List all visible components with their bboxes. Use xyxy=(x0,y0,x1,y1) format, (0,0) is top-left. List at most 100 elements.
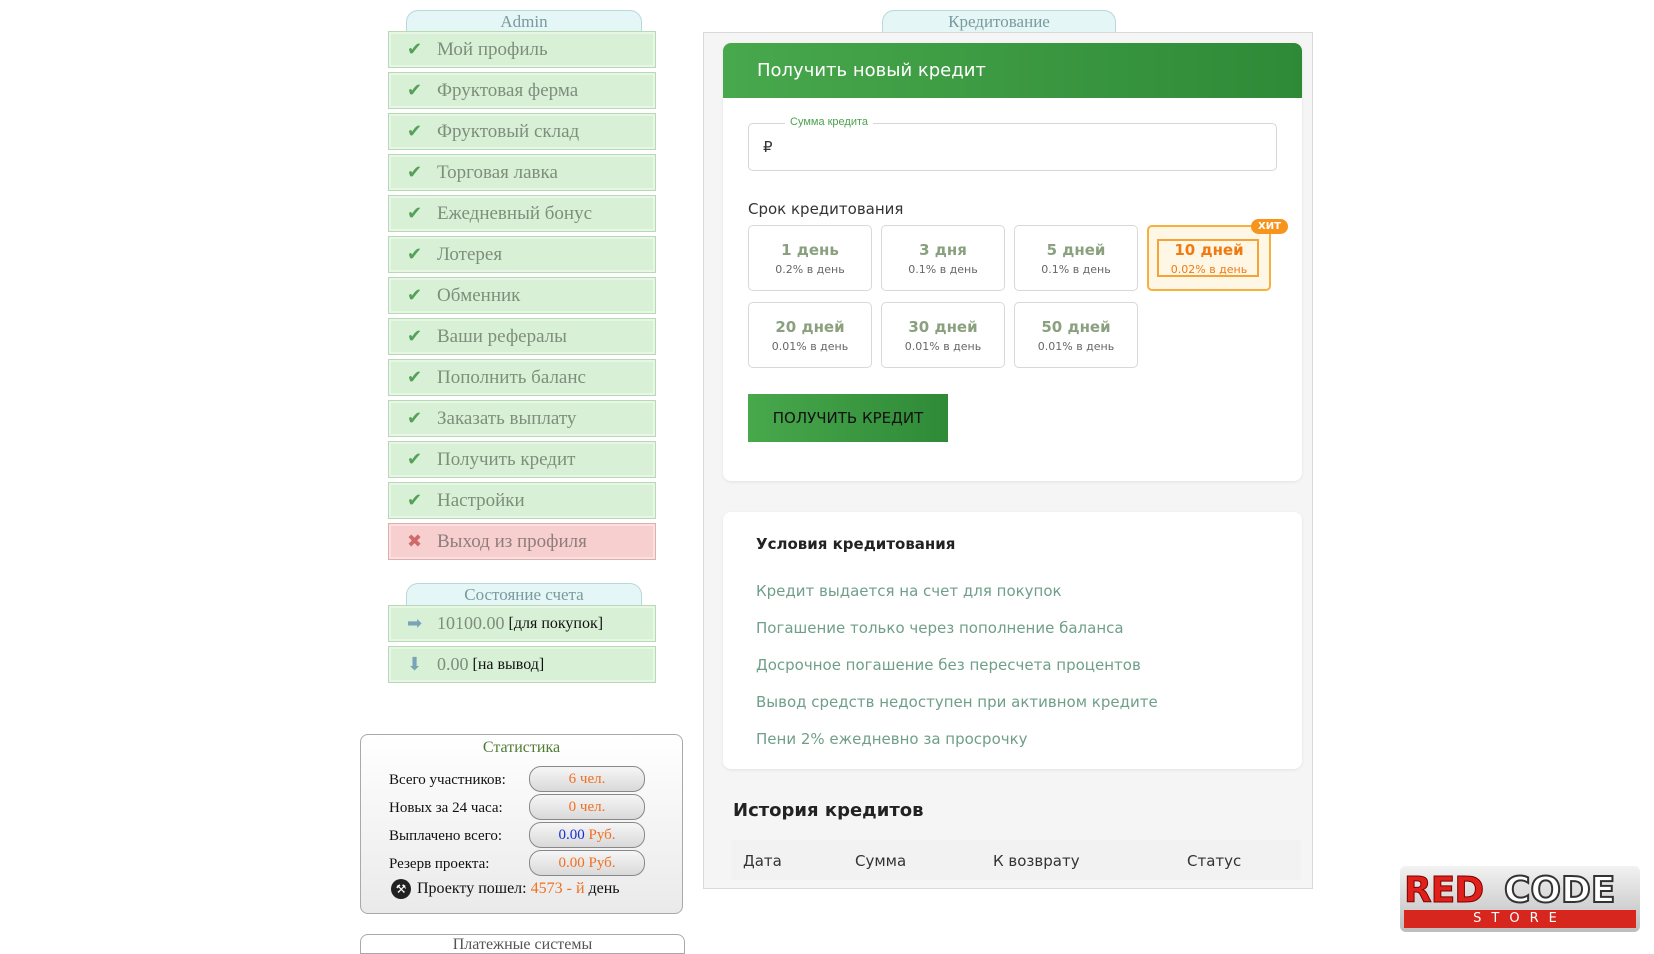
stat-label-reserve: Резерв проекта: xyxy=(389,856,490,872)
term-option-50[interactable]: 50 дней 0.01% в день xyxy=(1014,302,1138,368)
sidebar-item-warehouse[interactable]: ✔ Фруктовый склад xyxy=(388,113,656,150)
new-credit-card: Получить новый кредит Сумма кредита Срок… xyxy=(723,43,1302,481)
arrow-right-icon: ➡ xyxy=(407,613,423,634)
column-status: Статус xyxy=(1187,852,1242,870)
sidebar-item-label: Ежедневный бонус xyxy=(437,202,593,224)
account-status-tab: Состояние счета xyxy=(406,583,642,606)
stat-value-new: 0 чел. xyxy=(529,794,645,820)
sidebar-item-label: Заказать выплату xyxy=(437,407,577,429)
sidebar-item-label: Настройки xyxy=(437,489,525,511)
column-amount: Сумма xyxy=(855,852,907,870)
sidebar-item-referrals[interactable]: ✔ Ваши рефералы xyxy=(388,318,656,355)
sidebar-item-deposit[interactable]: ✔ Пополнить баланс xyxy=(388,359,656,396)
sidebar-item-farm[interactable]: ✔ Фруктовая ферма xyxy=(388,72,656,109)
check-icon: ✔ xyxy=(407,39,423,60)
redcode-store-logo: RED CODE STORE xyxy=(1400,866,1640,932)
term-option-10-selected[interactable]: 10 дней 0.02% в день xyxy=(1147,225,1271,291)
amount-field: Сумма кредита xyxy=(748,116,1277,171)
sidebar-item-label: Лотерея xyxy=(437,243,503,265)
check-icon: ✔ xyxy=(407,121,423,142)
conditions-title: Условия кредитования xyxy=(756,535,956,553)
account-status: ➡ 10100.00 [для покупок] ⬇ 0.00 [на выво… xyxy=(388,605,656,687)
sidebar-item-label: Получить кредит xyxy=(437,448,576,470)
stat-value-paid-unit: Руб. xyxy=(588,827,616,843)
sidebar-item-daily-bonus[interactable]: ✔ Ежедневный бонус xyxy=(388,195,656,232)
sidebar-item-exchange[interactable]: ✔ Обменник xyxy=(388,277,656,314)
sidebar-item-label: Обменник xyxy=(437,284,521,306)
sidebar-item-label: Пополнить баланс xyxy=(437,366,586,388)
term-rate: 0.1% в день xyxy=(908,263,978,276)
sidebar-item-settings[interactable]: ✔ Настройки xyxy=(388,482,656,519)
balance-withdraw-value: 0.00 xyxy=(437,654,469,674)
check-icon: ✔ xyxy=(407,244,423,265)
sidebar-item-shop[interactable]: ✔ Торговая лавка xyxy=(388,154,656,191)
sidebar-item-lottery[interactable]: ✔ Лотерея xyxy=(388,236,656,273)
sidebar-item-logout[interactable]: ✖ Выход из профиля xyxy=(388,523,656,560)
stat-value-total: 6 чел. xyxy=(529,766,645,792)
term-rate: 0.01% в день xyxy=(1037,340,1115,353)
sidebar-item-label: Ваши рефералы xyxy=(437,325,567,347)
term-selected-frame xyxy=(1157,239,1259,277)
check-icon: ✔ xyxy=(407,162,423,183)
payment-systems-title: Платежные системы xyxy=(360,934,685,954)
project-age-prefix: Проекту пошел: xyxy=(417,880,527,897)
credit-tab: Кредитование xyxy=(882,10,1116,33)
term-days: 20 дней xyxy=(775,318,845,336)
balance-purchases: ➡ 10100.00 [для покупок] xyxy=(388,605,656,642)
balance-withdraw: ⬇ 0.00 [на вывод] xyxy=(388,646,656,683)
stat-value-paid: 0.00 Руб. xyxy=(529,822,645,848)
sidebar-item-label: Мой профиль xyxy=(437,38,548,60)
sidebar-item-label: Торговая лавка xyxy=(437,161,558,183)
stat-value-paid-num: 0.00 xyxy=(558,827,585,843)
cross-icon: ✖ xyxy=(407,531,423,552)
balance-purchases-value: 10100.00 xyxy=(437,613,505,633)
stat-label-new: Новых за 24 часа: xyxy=(389,800,503,816)
column-date: Дата xyxy=(743,852,782,870)
term-option-20[interactable]: 20 дней 0.01% в день xyxy=(748,302,872,368)
sidebar-item-profile[interactable]: ✔ Мой профиль xyxy=(388,31,656,68)
arrow-down-icon: ⬇ xyxy=(407,654,423,675)
credit-conditions: Условия кредитования Кредит выдается на … xyxy=(723,512,1302,769)
logo-store: STORE xyxy=(1404,910,1636,928)
sidebar-item-credit[interactable]: ✔ Получить кредит xyxy=(388,441,656,478)
term-option-1[interactable]: 1 день 0.2% в день xyxy=(748,225,872,291)
term-rate: 0.1% в день xyxy=(1041,263,1111,276)
sidebar-item-label: Фруктовая ферма xyxy=(437,79,579,101)
stats-title: Статистика xyxy=(482,739,561,756)
get-credit-button[interactable]: ПОЛУЧИТЬ КРЕДИТ xyxy=(748,394,948,442)
hit-badge: ХИТ xyxy=(1251,219,1288,234)
term-option-30[interactable]: 30 дней 0.01% в день xyxy=(881,302,1005,368)
sidebar-item-label: Фруктовый склад xyxy=(437,120,580,142)
term-rate: 0.01% в день xyxy=(771,340,849,353)
stat-label-paid: Выплачено всего: xyxy=(389,828,503,844)
history-table-header: Дата Сумма К возврату Статус xyxy=(731,840,1301,880)
sidebar-item-label: Выход из профиля xyxy=(437,530,587,552)
term-rate: 0.2% в день xyxy=(775,263,845,276)
logo-code: CODE xyxy=(1503,869,1616,912)
check-icon: ✔ xyxy=(407,326,423,347)
balance-withdraw-note: [на вывод] xyxy=(472,655,545,673)
project-age-days: 4573 - й xyxy=(530,880,585,897)
term-option-3[interactable]: 3 дня 0.1% в день xyxy=(881,225,1005,291)
condition-item: Вывод средств недоступен при активном кр… xyxy=(756,693,1158,711)
check-icon: ✔ xyxy=(407,408,423,429)
check-icon: ✔ xyxy=(407,367,423,388)
term-days: 5 дней xyxy=(1046,241,1106,259)
condition-item: Пени 2% ежедневно за просрочку xyxy=(756,730,1028,748)
term-option-5[interactable]: 5 дней 0.1% в день xyxy=(1014,225,1138,291)
stat-value-reserve: 0.00 Руб. xyxy=(529,850,645,876)
condition-item: Погашение только через пополнение баланс… xyxy=(756,619,1124,637)
condition-item: Кредит выдается на счет для покупок xyxy=(756,582,1062,600)
check-icon: ✔ xyxy=(407,203,423,224)
sidebar-item-withdraw[interactable]: ✔ Заказать выплату xyxy=(388,400,656,437)
balance-purchases-note: [для покупок] xyxy=(508,614,604,632)
amount-input[interactable] xyxy=(749,124,1276,170)
hammer-icon: ⚒ xyxy=(391,879,411,899)
check-icon: ✔ xyxy=(407,80,423,101)
check-icon: ✔ xyxy=(407,490,423,511)
project-age-suffix: день xyxy=(588,880,620,897)
term-label: Срок кредитования xyxy=(748,200,904,218)
condition-item: Досрочное погашение без пересчета процен… xyxy=(756,656,1141,674)
check-icon: ✔ xyxy=(407,285,423,306)
project-age: ⚒ Проекту пошел: 4573 - й день xyxy=(391,879,620,899)
